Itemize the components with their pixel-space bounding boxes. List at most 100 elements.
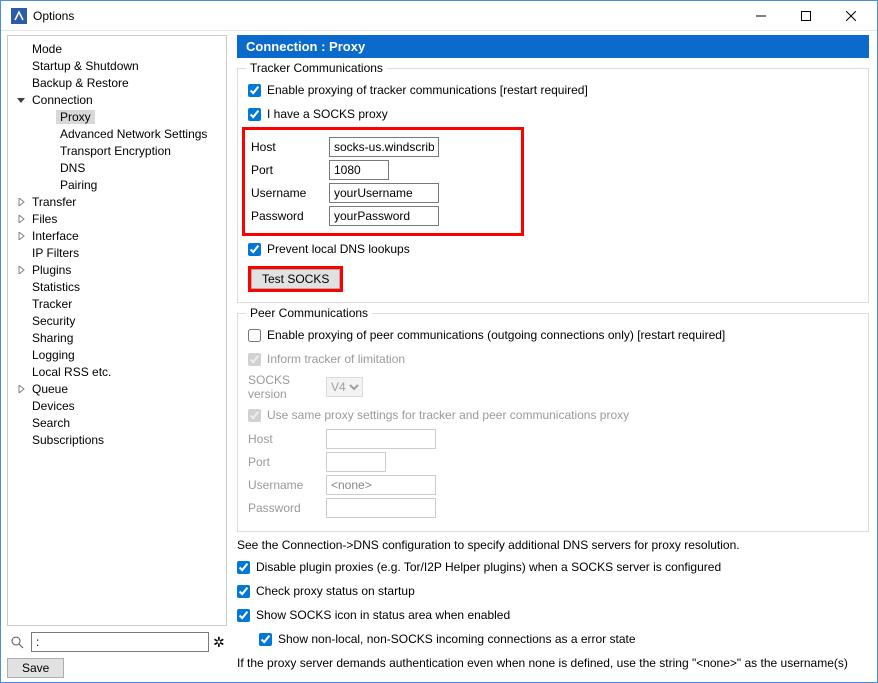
tracker-port-input[interactable] [329, 160, 389, 180]
tree-item-label: Startup & Shutdown [28, 59, 143, 73]
tree-item-label: Advanced Network Settings [56, 127, 211, 141]
show-socks-icon-checkbox[interactable]: Show SOCKS icon in status area when enab… [237, 608, 510, 622]
tree-item-label: Devices [28, 399, 79, 413]
tree-item-startup-shutdown[interactable]: Startup & Shutdown [8, 57, 226, 74]
password-label: Password [251, 209, 329, 223]
tree-item-local-rss-etc-[interactable]: Local RSS etc. [8, 363, 226, 380]
tree-item-label: Plugins [28, 263, 75, 277]
tree-item-mode[interactable]: Mode [8, 40, 226, 57]
tree-item-connection[interactable]: Connection [8, 91, 226, 108]
tree-item-label: Pairing [56, 178, 101, 192]
highlighted-credentials: Host Port Username Password [242, 127, 524, 236]
socks-version-select: V4 [326, 377, 363, 397]
peer-host-input [326, 429, 436, 449]
check-proxy-startup-checkbox[interactable]: Check proxy status on startup [237, 584, 415, 598]
tree-item-label: Backup & Restore [28, 76, 133, 90]
tree-item-label: Statistics [28, 280, 84, 294]
clear-search-icon[interactable]: ✲ [213, 634, 227, 651]
tracker-legend: Tracker Communications [246, 61, 387, 75]
tree-item-files[interactable]: Files [8, 210, 226, 227]
tree-item-label: Tracker [28, 297, 76, 311]
peer-port-label: Port [248, 455, 326, 469]
chevron-right-icon[interactable] [14, 232, 28, 240]
tree-item-label: Connection [28, 93, 97, 107]
tree-item-label: Queue [28, 382, 72, 396]
tree-item-label: Transfer [28, 195, 80, 209]
auth-note: If the proxy server demands authenticati… [237, 656, 869, 670]
tree-item-sharing[interactable]: Sharing [8, 329, 226, 346]
dns-note: See the Connection->DNS configuration to… [237, 538, 869, 552]
peer-legend: Peer Communications [246, 306, 372, 320]
host-label: Host [251, 140, 329, 154]
tree-item-plugins[interactable]: Plugins [8, 261, 226, 278]
use-same-proxy-checkbox: Use same proxy settings for tracker and … [248, 408, 629, 422]
tree-item-backup-restore[interactable]: Backup & Restore [8, 74, 226, 91]
prevent-dns-checkbox[interactable]: Prevent local DNS lookups [248, 242, 410, 256]
port-label: Port [251, 163, 329, 177]
tree-item-label: DNS [56, 161, 89, 175]
tree-item-ip-filters[interactable]: IP Filters [8, 244, 226, 261]
tree-item-interface[interactable]: Interface [8, 227, 226, 244]
socks-version-label: SOCKS version [248, 373, 326, 401]
tree-item-label: Subscriptions [28, 433, 108, 447]
tracker-password-input[interactable] [329, 206, 439, 226]
tree-item-search[interactable]: Search [8, 414, 226, 431]
peer-port-input [326, 452, 386, 472]
tree-item-proxy[interactable]: Proxy [8, 108, 226, 125]
options-tree[interactable]: Mode Startup & Shutdown Backup & Restore Co… [7, 35, 227, 626]
tree-item-label: Sharing [28, 331, 77, 345]
test-socks-button[interactable]: Test SOCKS [251, 269, 340, 289]
chevron-right-icon[interactable] [14, 266, 28, 274]
app-icon [11, 8, 27, 24]
main-panel: Connection : Proxy Tracker Communication… [233, 31, 877, 682]
close-button[interactable] [828, 1, 873, 30]
tree-item-tracker[interactable]: Tracker [8, 295, 226, 312]
tree-item-label: Transport Encryption [56, 144, 175, 158]
tracker-communications-group: Tracker Communications Enable proxying o… [237, 68, 869, 303]
tracker-host-input[interactable] [329, 137, 439, 157]
chevron-down-icon[interactable] [14, 96, 28, 104]
page-header: Connection : Proxy [237, 35, 869, 58]
tree-item-transport-encryption[interactable]: Transport Encryption [8, 142, 226, 159]
search-icon [7, 632, 27, 652]
peer-password-label: Password [248, 501, 326, 515]
tree-item-label: Mode [28, 42, 66, 56]
tree-item-label: Files [28, 212, 61, 226]
tree-item-label: Interface [28, 229, 83, 243]
peer-username-label: Username [248, 478, 326, 492]
disable-plugin-proxies-checkbox[interactable]: Disable plugin proxies (e.g. Tor/I2P Hel… [237, 560, 721, 574]
peer-username-input [326, 475, 436, 495]
have-socks-checkbox[interactable]: I have a SOCKS proxy [248, 107, 388, 121]
peer-host-label: Host [248, 432, 326, 446]
chevron-right-icon[interactable] [14, 198, 28, 206]
tree-item-pairing[interactable]: Pairing [8, 176, 226, 193]
chevron-right-icon[interactable] [14, 215, 28, 223]
chevron-right-icon[interactable] [14, 385, 28, 393]
tree-item-dns[interactable]: DNS [8, 159, 226, 176]
window-title: Options [33, 9, 738, 23]
maximize-button[interactable] [783, 1, 828, 30]
tree-item-label: IP Filters [28, 246, 83, 260]
tree-item-label: Search [28, 416, 74, 430]
tree-item-subscriptions[interactable]: Subscriptions [8, 431, 226, 448]
tree-item-transfer[interactable]: Transfer [8, 193, 226, 210]
tree-item-label: Logging [28, 348, 79, 362]
tree-item-label: Proxy [56, 110, 95, 124]
inform-tracker-checkbox: Inform tracker of limitation [248, 352, 405, 366]
enable-tracker-proxy-checkbox[interactable]: Enable proxying of tracker communication… [248, 83, 588, 97]
sidebar: Mode Startup & Shutdown Backup & Restore Co… [1, 31, 233, 682]
search-input[interactable] [31, 632, 209, 652]
tree-item-logging[interactable]: Logging [8, 346, 226, 363]
username-label: Username [251, 186, 329, 200]
minimize-button[interactable] [738, 1, 783, 30]
tree-item-advanced-network-settings[interactable]: Advanced Network Settings [8, 125, 226, 142]
show-nonlocal-checkbox[interactable]: Show non-local, non-SOCKS incoming conne… [259, 632, 636, 646]
save-button[interactable]: Save [7, 658, 64, 678]
peer-password-input [326, 498, 436, 518]
tree-item-security[interactable]: Security [8, 312, 226, 329]
enable-peer-proxy-checkbox[interactable]: Enable proxying of peer communications (… [248, 328, 725, 342]
tree-item-queue[interactable]: Queue [8, 380, 226, 397]
tree-item-devices[interactable]: Devices [8, 397, 226, 414]
tree-item-statistics[interactable]: Statistics [8, 278, 226, 295]
tracker-username-input[interactable] [329, 183, 439, 203]
